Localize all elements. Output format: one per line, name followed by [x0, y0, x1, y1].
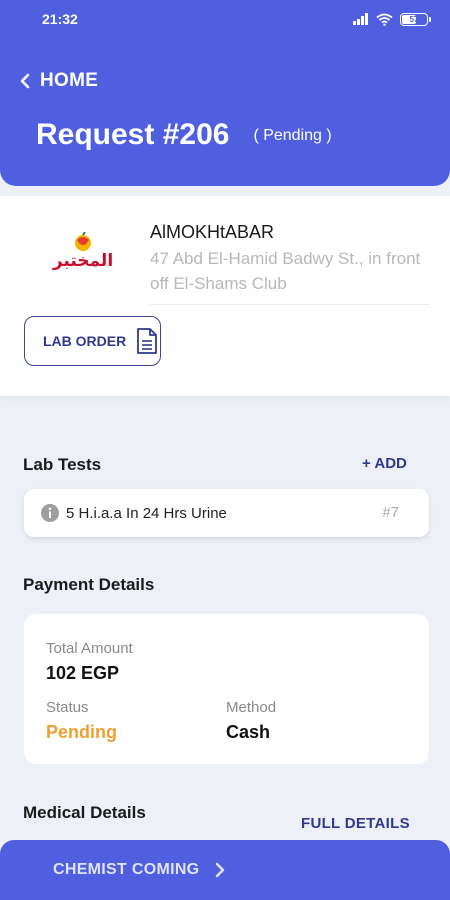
- lab-logo: المختبر: [48, 232, 118, 276]
- method-value: Cash: [226, 722, 271, 742]
- status-icons: 57: [353, 12, 431, 26]
- status-label: Status: [46, 699, 89, 716]
- test-number: #7: [382, 504, 399, 521]
- title-row: Request #206 ( Pending ): [36, 118, 332, 152]
- bottom-action-label: CHEMIST COMING: [53, 861, 200, 878]
- chemist-coming-button[interactable]: CHEMIST COMING: [0, 840, 450, 900]
- status-bar: 21:32 57: [0, 0, 450, 38]
- lab-name: AlMOKHtABAR: [150, 222, 275, 242]
- lab-order-button[interactable]: LAB ORDER: [24, 316, 161, 366]
- payment-card: Total Amount 102 EGP Status Pending Meth…: [24, 614, 429, 764]
- list-item[interactable]: 5 H.i.a.a In 24 Hrs Urine #7: [24, 489, 429, 537]
- back-home-button[interactable]: HOME: [20, 70, 98, 92]
- back-label: HOME: [40, 70, 99, 91]
- lab-logo-text: المختبر: [52, 251, 114, 271]
- lab-tests-title: Lab Tests: [23, 455, 102, 474]
- payment-details-title: Payment Details: [23, 575, 155, 594]
- total-amount-label: Total Amount: [46, 640, 133, 657]
- info-icon[interactable]: [40, 503, 60, 523]
- lab-card: المختبر AlMOKHtABAR 47 Abd El-Hamid Badw…: [0, 196, 450, 396]
- add-test-button[interactable]: + ADD: [362, 455, 407, 472]
- status-time: 21:32: [42, 11, 78, 27]
- total-amount-value: 102 EGP: [46, 663, 120, 683]
- battery-level: 57: [409, 14, 419, 24]
- signal-icon: [353, 13, 368, 25]
- request-status: ( Pending ): [253, 127, 332, 144]
- battery-icon: 57: [400, 12, 431, 26]
- divider: [150, 304, 430, 305]
- full-details-link[interactable]: FULL DETAILS: [301, 815, 410, 832]
- chevron-left-icon: [20, 73, 30, 89]
- document-icon: [137, 328, 158, 354]
- lab-address: 47 Abd El-Hamid Badwy St., in front off …: [150, 249, 421, 293]
- lab-logo-mark-icon: [75, 232, 91, 251]
- lab-order-label: LAB ORDER: [43, 333, 127, 349]
- page-title: Request #206: [36, 118, 230, 151]
- chevron-right-icon: [216, 862, 225, 878]
- status-badge: Pending: [46, 722, 117, 742]
- medical-details-title: Medical Details: [23, 803, 146, 822]
- method-label: Method: [226, 699, 277, 716]
- test-name: 5 H.i.a.a In 24 Hrs Urine: [66, 504, 227, 522]
- wifi-icon: [376, 13, 393, 26]
- header: 21:32 57 HOME Request #206 (Pending): [0, 0, 450, 186]
